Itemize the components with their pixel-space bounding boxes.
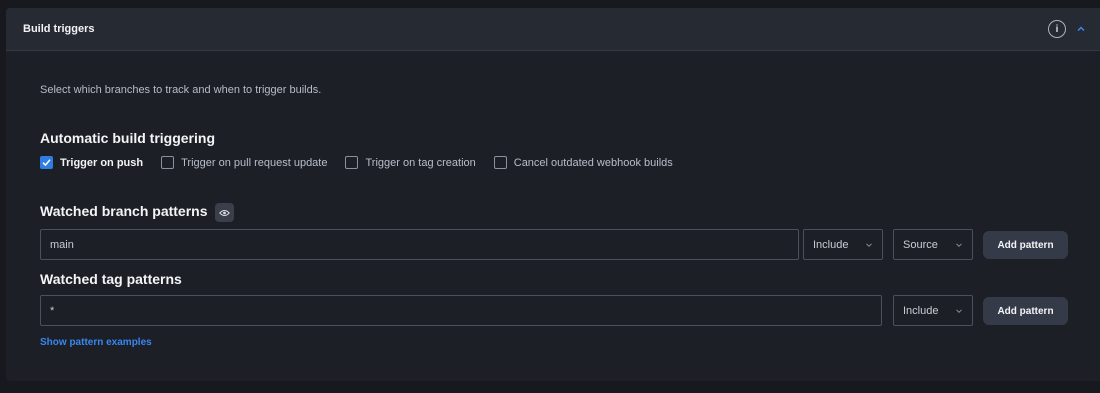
chevron-down-icon xyxy=(955,242,963,248)
panel-title: Build triggers xyxy=(23,23,95,35)
checkbox-unchecked-icon[interactable] xyxy=(345,156,359,169)
checkbox-checked-icon[interactable] xyxy=(40,156,53,169)
tag-include-value: Include xyxy=(903,304,939,317)
trigger-on-pr-update-checkbox[interactable]: Trigger on pull request update xyxy=(161,156,327,169)
show-pattern-examples-link[interactable]: Show pattern examples xyxy=(40,337,152,348)
tag-include-select[interactable]: Include xyxy=(893,295,973,326)
watched-tag-patterns-title: Watched tag patterns xyxy=(40,271,182,287)
cancel-outdated-builds-label: Cancel outdated webhook builds xyxy=(513,156,673,169)
panel-header[interactable]: Build triggers i xyxy=(6,8,1100,51)
branch-pattern-input[interactable]: main xyxy=(40,229,799,260)
trigger-on-tag-creation-checkbox[interactable]: Trigger on tag creation xyxy=(345,156,476,169)
eye-icon[interactable] xyxy=(215,203,235,222)
checkbox-unchecked-icon[interactable] xyxy=(493,156,507,169)
trigger-on-push-label: Trigger on push xyxy=(60,156,144,169)
add-tag-pattern-button[interactable]: Add pattern xyxy=(983,297,1068,325)
trigger-options: Trigger on push Trigger on pull request … xyxy=(40,156,691,169)
cancel-outdated-builds-checkbox[interactable]: Cancel outdated webhook builds xyxy=(493,156,673,169)
watched-branch-patterns-title: Watched branch patterns xyxy=(40,203,235,222)
chevron-down-icon xyxy=(865,242,873,248)
header-actions: i xyxy=(1048,20,1086,38)
automatic-triggering-title: Automatic build triggering xyxy=(40,130,215,146)
branch-source-value: Source xyxy=(903,238,938,251)
tag-pattern-input[interactable]: * xyxy=(40,295,882,326)
checkbox-unchecked-icon[interactable] xyxy=(161,156,175,169)
trigger-on-push-checkbox[interactable]: Trigger on push xyxy=(40,156,143,169)
branch-include-select[interactable]: Include xyxy=(803,229,883,260)
trigger-on-pr-update-label: Trigger on pull request update xyxy=(181,156,328,169)
info-circle-icon[interactable]: i xyxy=(1048,20,1066,38)
chevron-down-icon xyxy=(955,308,963,314)
branch-source-select[interactable]: Source xyxy=(893,229,973,260)
branch-include-value: Include xyxy=(813,238,849,251)
watched-branch-patterns-label: Watched branch patterns xyxy=(40,203,208,220)
trigger-on-tag-creation-label: Trigger on tag creation xyxy=(365,156,476,169)
panel-description: Select which branches to track and when … xyxy=(40,84,322,96)
chevron-up-icon[interactable] xyxy=(1076,24,1086,34)
build-triggers-panel: Build triggers i Select which branches t… xyxy=(6,8,1100,381)
add-branch-pattern-button[interactable]: Add pattern xyxy=(983,231,1068,259)
